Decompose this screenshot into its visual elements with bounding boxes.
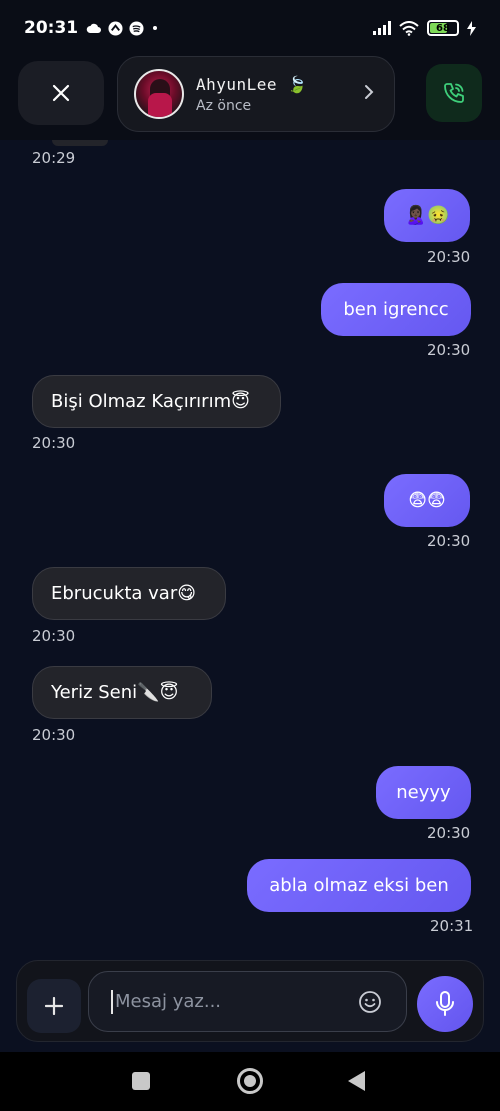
signal-icon — [373, 21, 391, 35]
message-input-placeholder: Mesaj yaz... — [115, 991, 222, 1012]
microphone-icon — [436, 991, 454, 1016]
chevron-right-icon — [365, 85, 374, 99]
voice-record-button[interactable] — [417, 976, 473, 1032]
status-time: 20:31 — [24, 18, 79, 38]
message-bubble-partial — [52, 140, 108, 146]
avatar — [134, 69, 184, 119]
message-time: 20:30 — [32, 627, 76, 645]
message-time: 20:29 — [32, 149, 76, 167]
message-bubble-incoming[interactable]: Bişi Olmaz Kaçırırım😇 — [32, 375, 281, 428]
system-navigation-bar — [0, 1052, 500, 1111]
dot-icon — [153, 26, 158, 30]
emoji-icon[interactable] — [358, 990, 382, 1014]
attach-button[interactable] — [27, 979, 81, 1033]
call-button[interactable] — [426, 64, 482, 122]
plus-icon — [45, 997, 63, 1015]
status-left-icons — [86, 20, 160, 36]
spotify-icon — [129, 20, 144, 36]
phone-call-icon — [444, 83, 464, 103]
message-time: 20:30 — [32, 726, 76, 744]
message-bubble-outgoing[interactable]: neyyy — [376, 766, 471, 819]
back-icon[interactable] — [348, 1071, 365, 1091]
message-time: 20:30 — [427, 248, 471, 266]
message-list: 20:29 🙎🏿‍♀️🤢 20:30 ben igrencc 20:30 Biş… — [0, 140, 500, 950]
charging-icon — [467, 20, 476, 36]
cloud-icon — [86, 23, 102, 33]
message-time: 20:30 — [427, 824, 471, 842]
status-bar: 20:31 68 — [0, 0, 500, 56]
text-caret — [111, 989, 113, 1014]
composer: Mesaj yaz... — [0, 950, 500, 1052]
message-bubble-incoming[interactable]: Ebrucukta var😋 — [32, 567, 226, 620]
contact-status: Az önce — [196, 97, 252, 114]
battery-icon: 68 — [427, 20, 459, 36]
message-bubble-outgoing[interactable]: 😨😨 — [384, 474, 470, 527]
message-time: 20:30 — [32, 434, 76, 452]
contact-card[interactable]: AhyunLee 🍃 Az önce — [117, 56, 395, 132]
close-button[interactable] — [18, 61, 104, 125]
chat-header: AhyunLee 🍃 Az önce — [0, 56, 500, 140]
message-bubble-incoming[interactable]: Yeriz Seni🔪😇 — [32, 666, 212, 719]
close-icon — [52, 84, 70, 102]
home-icon[interactable] — [237, 1068, 263, 1094]
message-bubble-outgoing[interactable]: abla olmaz eksi ben — [247, 859, 471, 912]
wifi-icon — [399, 20, 419, 36]
message-time: 20:30 — [427, 341, 471, 359]
phone-app-icon — [108, 20, 123, 36]
status-right-icons: 68 — [373, 20, 476, 36]
recents-icon[interactable] — [132, 1072, 150, 1090]
message-time: 20:30 — [427, 532, 471, 550]
message-bubble-outgoing[interactable]: 🙎🏿‍♀️🤢 — [384, 189, 470, 242]
message-bubble-outgoing[interactable]: ben igrencc — [321, 283, 471, 336]
message-time: 20:31 — [430, 917, 474, 935]
battery-level: 68 — [436, 22, 450, 34]
contact-name: AhyunLee 🍃 — [196, 74, 308, 94]
message-input[interactable]: Mesaj yaz... — [88, 971, 407, 1032]
